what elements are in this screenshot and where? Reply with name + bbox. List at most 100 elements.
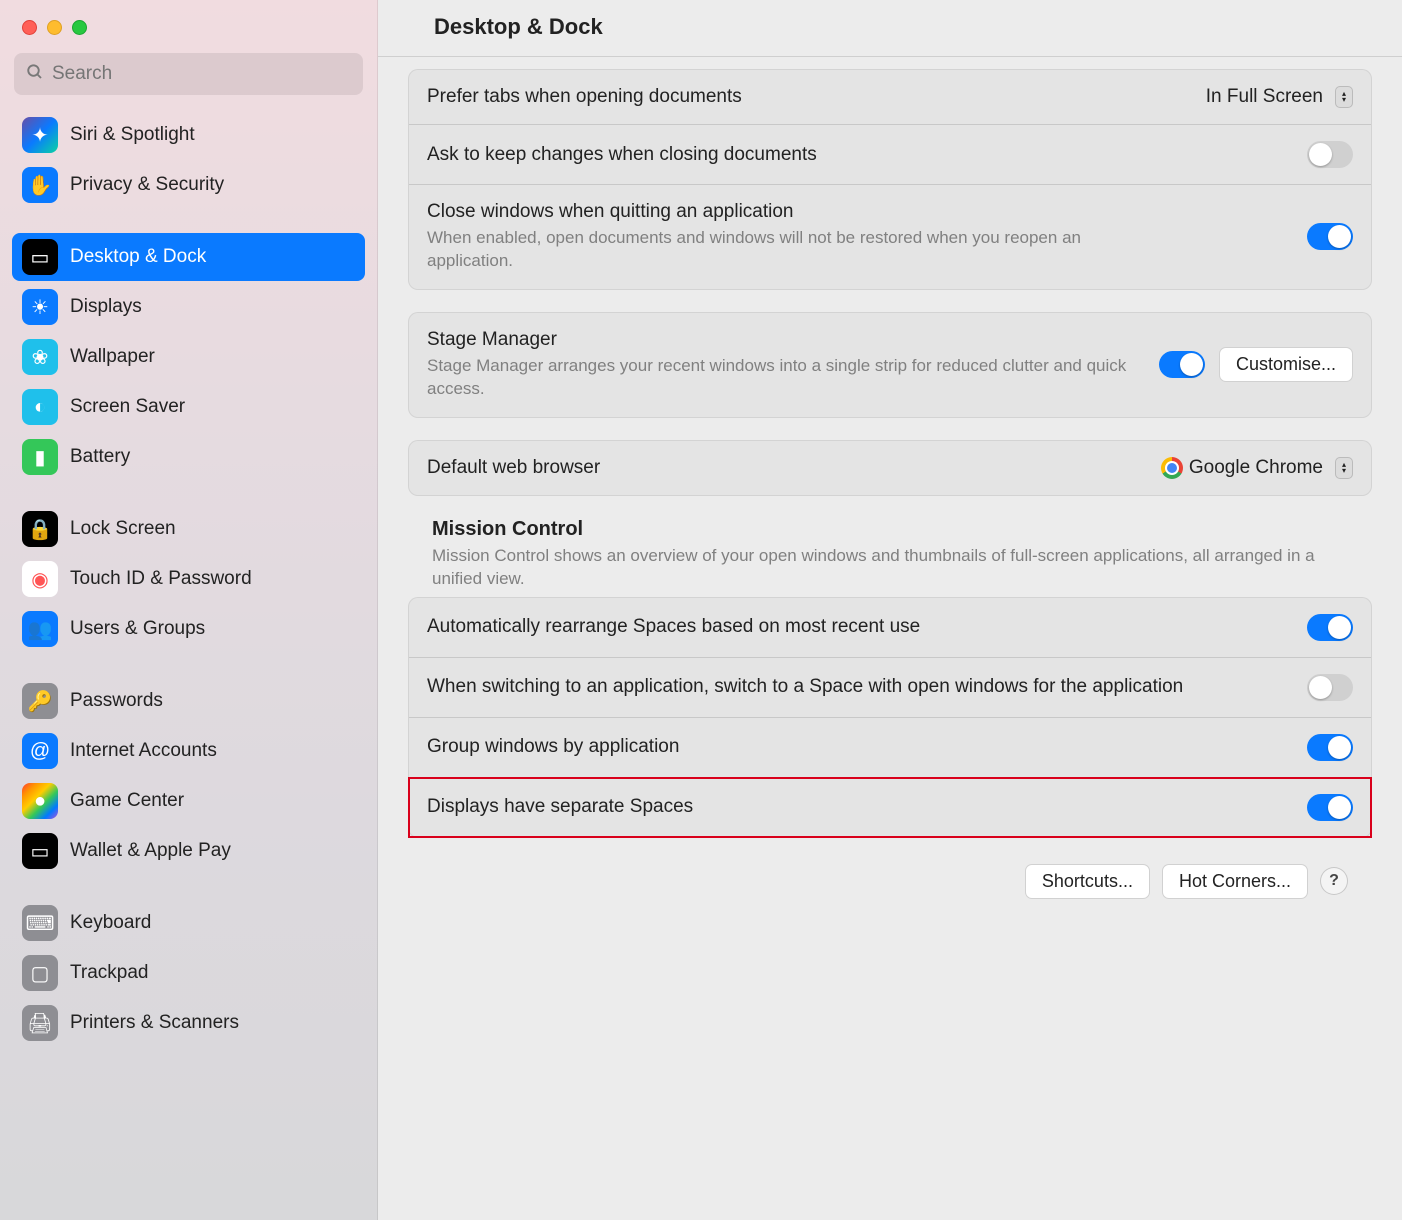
sidebar-item-label: Displays [70, 296, 142, 318]
group-windows-toggle[interactable] [1307, 734, 1353, 761]
prefer-tabs-select[interactable]: In Full Screen ▴▾ [1206, 86, 1353, 108]
documents-group: Prefer tabs when opening documents In Fu… [408, 69, 1372, 290]
sidebar-item-label: Wallet & Apple Pay [70, 840, 231, 862]
sidebar-item-label: Privacy & Security [70, 174, 224, 196]
close-quit-toggle[interactable] [1307, 223, 1353, 250]
hand-icon: ✋ [22, 167, 58, 203]
sun-icon: ☀ [22, 289, 58, 325]
sidebar-item-label: Keyboard [70, 912, 151, 934]
default-browser-row: Default web browser Google Chrome ▴▾ [409, 441, 1371, 495]
close-window-icon[interactable] [22, 20, 37, 35]
mission-control-heading: Mission Control Mission Control shows an… [408, 518, 1372, 597]
chrome-icon [1161, 457, 1183, 479]
sidebar-item-passwords[interactable]: 🔑 Passwords [12, 677, 365, 725]
chevron-updown-icon: ▴▾ [1335, 457, 1353, 479]
sidebar-item-siri[interactable]: ✦ Siri & Spotlight [12, 111, 365, 159]
close-quit-label: Close windows when quitting an applicati… [427, 201, 1293, 223]
auto-spaces-row: Automatically rearrange Spaces based on … [409, 598, 1371, 658]
shortcuts-button[interactable]: Shortcuts... [1025, 864, 1150, 899]
ask-keep-label: Ask to keep changes when closing documen… [427, 144, 1293, 166]
game-icon: ● [22, 783, 58, 819]
sidebar-item-keyboard[interactable]: ⌨Keyboard [12, 899, 365, 947]
hot-corners-button[interactable]: Hot Corners... [1162, 864, 1308, 899]
auto-spaces-toggle[interactable] [1307, 614, 1353, 641]
ask-keep-toggle[interactable] [1307, 141, 1353, 168]
switch-space-toggle[interactable] [1307, 674, 1353, 701]
displays-spaces-row: Displays have separate Spaces [409, 778, 1371, 837]
chevron-updown-icon: ▴▾ [1335, 86, 1353, 108]
siri-icon: ✦ [22, 117, 58, 153]
fullscreen-window-icon[interactable] [72, 20, 87, 35]
mission-control-sub: Mission Control shows an overview of you… [432, 545, 1368, 591]
close-quit-sub: When enabled, open documents and windows… [427, 227, 1147, 273]
default-browser-label: Default web browser [427, 457, 1147, 479]
sidebar-item-displays[interactable]: ☀ Displays [12, 283, 365, 331]
at-icon: @ [22, 733, 58, 769]
stage-manager-toggle[interactable] [1159, 351, 1205, 378]
sidebar-item-label: Siri & Spotlight [70, 124, 195, 146]
screensaver-icon: ◐ [22, 389, 58, 425]
stage-manager-customise-button[interactable]: Customise... [1219, 347, 1353, 382]
key-icon: 🔑 [22, 683, 58, 719]
sidebar-item-game-center[interactable]: ● Game Center [12, 777, 365, 825]
sidebar-item-label: Users & Groups [70, 618, 205, 640]
ask-keep-row: Ask to keep changes when closing documen… [409, 125, 1371, 185]
stage-manager-label: Stage Manager [427, 329, 1145, 351]
printer-icon: 🖨 [22, 1005, 58, 1041]
mission-control-group: Automatically rearrange Spaces based on … [408, 597, 1372, 838]
sidebar-item-label: Screen Saver [70, 396, 185, 418]
sidebar-item-wallpaper[interactable]: ❀ Wallpaper [12, 333, 365, 381]
users-icon: 👥 [22, 611, 58, 647]
minimize-window-icon[interactable] [47, 20, 62, 35]
sidebar-item-battery[interactable]: ▮ Battery [12, 433, 365, 481]
sidebar-item-screen-saver[interactable]: ◐ Screen Saver [12, 383, 365, 431]
sidebar-item-lock-screen[interactable]: 🔒Lock Screen [12, 505, 365, 553]
sidebar-item-label: Passwords [70, 690, 163, 712]
sidebar-item-label: Battery [70, 446, 130, 468]
sidebar-nav: ✦Siri & Spotlight ✋Privacy & Security ▭D… [0, 105, 377, 1047]
search-input[interactable] [52, 63, 351, 85]
sidebar-item-trackpad[interactable]: ▢ Trackpad [12, 949, 365, 997]
battery-icon: ▮ [22, 439, 58, 475]
stage-manager-row: Stage Manager Stage Manager arranges you… [409, 313, 1371, 417]
dock-icon: ▭ [22, 239, 58, 275]
select-value: Google Chrome [1189, 457, 1323, 479]
select-value: In Full Screen [1206, 86, 1323, 108]
content: Prefer tabs when opening documents In Fu… [378, 57, 1402, 1220]
sidebar-item-label: Printers & Scanners [70, 1012, 239, 1034]
fingerprint-icon: ◉ [22, 561, 58, 597]
main-pane: Desktop & Dock Prefer tabs when opening … [378, 0, 1402, 1220]
sidebar-item-touch-id[interactable]: ◉ Touch ID & Password [12, 555, 365, 603]
search-icon [26, 63, 44, 86]
window-controls [0, 18, 377, 53]
displays-spaces-toggle[interactable] [1307, 794, 1353, 821]
auto-spaces-label: Automatically rearrange Spaces based on … [427, 616, 1293, 638]
sidebar-item-wallet[interactable]: ▭ Wallet & Apple Pay [12, 827, 365, 875]
footer-actions: Shortcuts... Hot Corners... ? [408, 860, 1372, 915]
sidebar-item-desktop-dock[interactable]: ▭Desktop & Dock [12, 233, 365, 281]
prefer-tabs-label: Prefer tabs when opening documents [427, 86, 1192, 108]
group-windows-row: Group windows by application [409, 718, 1371, 778]
switch-space-label: When switching to an application, switch… [427, 676, 1293, 698]
stage-manager-group: Stage Manager Stage Manager arranges you… [408, 312, 1372, 418]
sidebar-item-users-groups[interactable]: 👥 Users & Groups [12, 605, 365, 653]
browser-group: Default web browser Google Chrome ▴▾ [408, 440, 1372, 496]
sidebar-item-internet-accounts[interactable]: @ Internet Accounts [12, 727, 365, 775]
default-browser-select[interactable]: Google Chrome ▴▾ [1161, 457, 1353, 479]
sidebar-item-label: Wallpaper [70, 346, 155, 368]
switch-space-row: When switching to an application, switch… [409, 658, 1371, 718]
sidebar-item-label: Lock Screen [70, 518, 176, 540]
sidebar-item-printers[interactable]: 🖨 Printers & Scanners [12, 999, 365, 1047]
sidebar-item-privacy[interactable]: ✋ Privacy & Security [12, 161, 365, 209]
help-button[interactable]: ? [1320, 867, 1348, 895]
flower-icon: ❀ [22, 339, 58, 375]
search-field[interactable] [14, 53, 363, 95]
trackpad-icon: ▢ [22, 955, 58, 991]
page-header: Desktop & Dock [378, 0, 1402, 57]
sidebar-item-label: Trackpad [70, 962, 149, 984]
wallet-icon: ▭ [22, 833, 58, 869]
sidebar-item-label: Internet Accounts [70, 740, 217, 762]
sidebar-item-label: Game Center [70, 790, 184, 812]
sidebar-item-label: Touch ID & Password [70, 568, 252, 590]
mission-control-title: Mission Control [432, 518, 1368, 541]
